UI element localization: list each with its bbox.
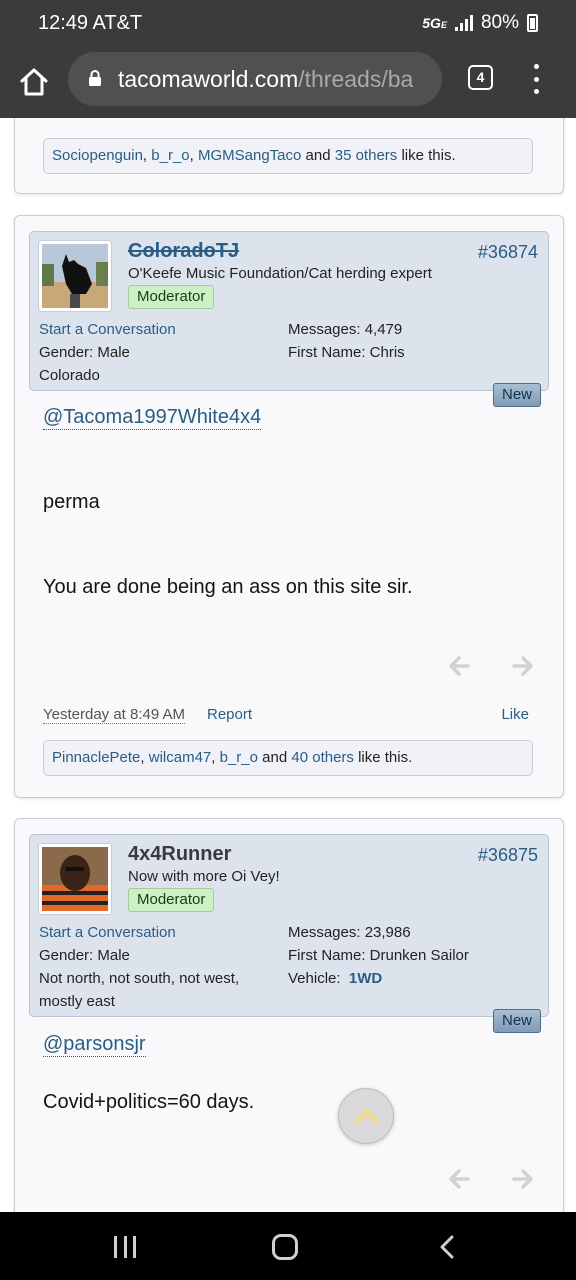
like-link[interactable]: Like <box>501 706 529 723</box>
likes-others-link[interactable]: 35 others <box>335 147 398 164</box>
user-title: O'Keefe Music Foundation/Cat herding exp… <box>128 265 432 282</box>
lock-icon <box>89 70 101 86</box>
user-first-name: First Name: Chris <box>288 344 405 361</box>
liker-link[interactable]: PinnaclePete <box>52 749 140 766</box>
message-text: You are done being an ass on this site s… <box>43 576 413 598</box>
liker-link[interactable]: Sociopenguin <box>52 147 143 164</box>
scroll-to-top-button[interactable] <box>338 1088 394 1144</box>
post-card: 4x4Runner Now with more Oi Vey! Moderato… <box>14 818 564 1212</box>
recent-apps-icon[interactable] <box>114 1236 136 1258</box>
new-tag: New <box>493 383 541 407</box>
user-messages: Messages: 4,479 <box>288 321 403 338</box>
signal-icon <box>454 15 473 31</box>
user-title: Now with more Oi Vey! <box>128 868 280 885</box>
user-first-name: First Name: Drunken Sailor <box>288 947 469 964</box>
arrow-left-icon[interactable] <box>448 656 470 676</box>
start-conversation-link[interactable]: Start a Conversation <box>39 924 176 941</box>
message-text: perma <box>43 491 100 513</box>
user-location: mostly east <box>39 993 115 1010</box>
liker-link[interactable]: b_r_o <box>151 147 189 164</box>
post-card: Sociopenguin, b_r_o, MGMSangTaco and 35 … <box>14 118 564 194</box>
battery-percent: 80% <box>480 12 519 33</box>
user-info-block: 4x4Runner Now with more Oi Vey! Moderato… <box>29 834 549 1017</box>
username[interactable]: 4x4Runner <box>128 843 231 866</box>
post-number[interactable]: #36874 <box>478 242 538 263</box>
post-card: ColoradoTJ O'Keefe Music Foundation/Cat … <box>14 215 564 798</box>
message-text: Covid+politics=60 days. <box>43 1091 255 1113</box>
liker-link[interactable]: wilcam47 <box>149 749 212 766</box>
chevron-up-icon <box>354 1109 380 1124</box>
post-number[interactable]: #36875 <box>478 845 538 866</box>
arrow-right-icon[interactable] <box>512 1169 534 1189</box>
user-gender: Gender: Male <box>39 344 130 361</box>
user-messages: Messages: 23,986 <box>288 924 411 941</box>
arrow-left-icon[interactable] <box>448 1169 470 1189</box>
user-mention-link[interactable]: @Tacoma1997White4x4 <box>43 406 262 430</box>
tab-switcher-button[interactable]: 4 <box>468 65 493 90</box>
system-navigation-bar <box>0 1212 576 1280</box>
new-tag: New <box>493 1009 541 1033</box>
user-vehicle: Vehicle: 1WD <box>288 970 383 987</box>
status-indicators: 5GE 80% <box>422 12 538 34</box>
home-icon[interactable] <box>16 64 52 100</box>
status-bar: 12:49 AT&T 5GE 80% <box>0 0 576 48</box>
report-link[interactable]: Report <box>207 706 252 723</box>
status-time: 12:49 AT&T <box>38 12 143 34</box>
battery-icon <box>527 14 538 32</box>
user-location: Colorado <box>39 367 100 384</box>
user-location: Not north, not south, not west, <box>39 970 240 987</box>
avatar[interactable] <box>38 843 112 915</box>
post-date[interactable]: Yesterday at 8:49 AM <box>43 706 186 724</box>
arrow-right-icon[interactable] <box>512 656 534 676</box>
network-indicator: 5GE <box>422 15 447 31</box>
home-button-icon[interactable] <box>272 1234 298 1260</box>
start-conversation-link[interactable]: Start a Conversation <box>39 321 176 338</box>
liker-link[interactable]: b_r_o <box>220 749 258 766</box>
thread-content: Sociopenguin, b_r_o, MGMSangTaco and 35 … <box>0 118 576 1212</box>
user-gender: Gender: Male <box>39 947 130 964</box>
user-mention-link[interactable]: @parsonsjr <box>43 1033 146 1057</box>
url-text: tacomaworld.com/threads/ba <box>118 66 414 92</box>
username[interactable]: ColoradoTJ <box>128 240 239 263</box>
likes-summary: Sociopenguin, b_r_o, MGMSangTaco and 35 … <box>43 138 533 174</box>
avatar[interactable] <box>38 240 112 312</box>
moderator-badge: Moderator <box>128 888 215 912</box>
browser-toolbar: tacomaworld.com/threads/ba 4 <box>0 48 576 118</box>
user-info-block: ColoradoTJ O'Keefe Music Foundation/Cat … <box>29 231 549 391</box>
likes-others-link[interactable]: 40 others <box>291 749 354 766</box>
back-icon[interactable] <box>436 1234 458 1260</box>
overflow-menu-icon[interactable] <box>528 64 544 94</box>
likes-summary: PinnaclePete, wilcam47, b_r_o and 40 oth… <box>43 740 533 776</box>
liker-link[interactable]: MGMSangTaco <box>198 147 301 164</box>
address-bar[interactable]: tacomaworld.com/threads/ba <box>68 52 442 106</box>
moderator-badge: Moderator <box>128 285 215 309</box>
